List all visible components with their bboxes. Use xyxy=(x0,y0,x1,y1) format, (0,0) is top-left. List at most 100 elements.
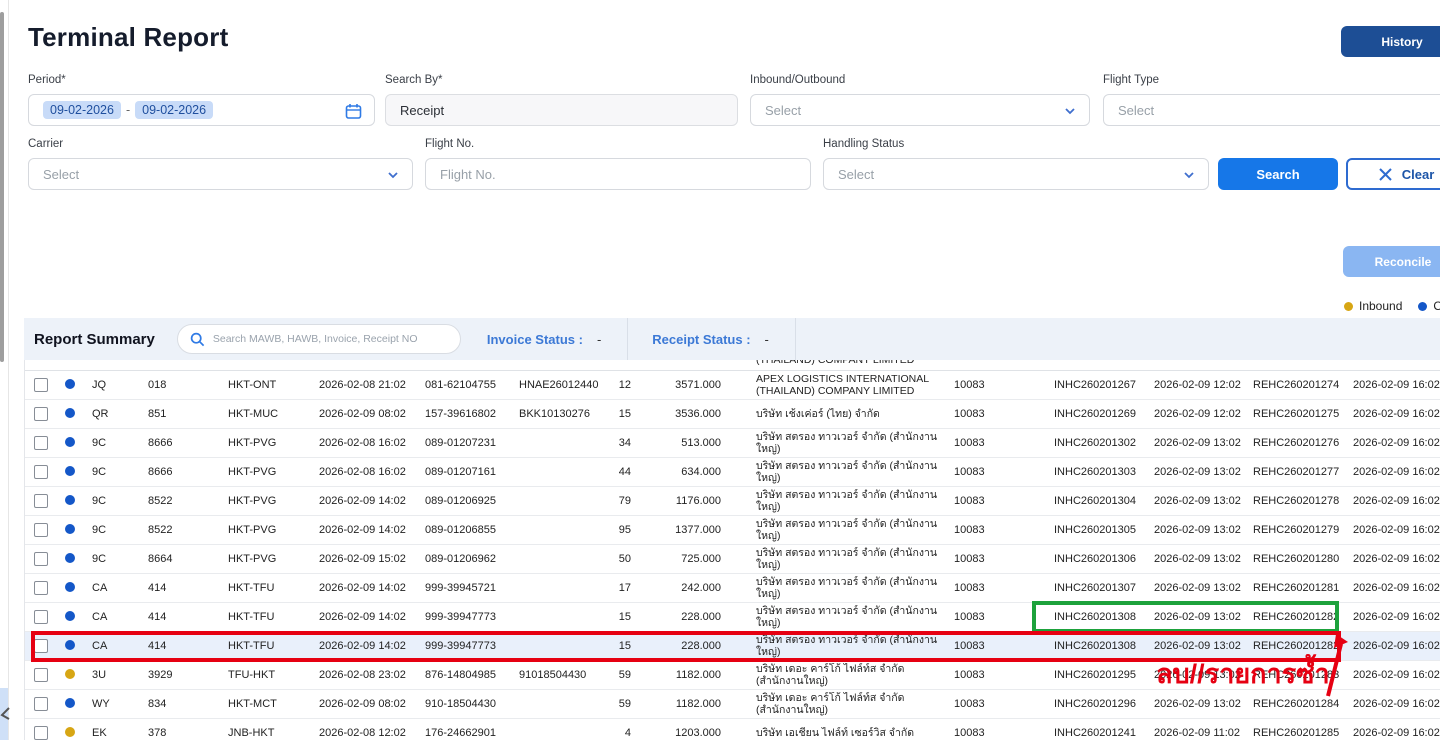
cell-carrier: WY xyxy=(81,698,137,710)
cell-invoice-date: 2026-02-09 13:02 xyxy=(1146,611,1246,623)
cell-company: บริษัท เช้งเค่อร์ (ไทย) จำกัด xyxy=(723,408,943,420)
row-checkbox[interactable] xyxy=(34,465,48,479)
cell-route: HKT-PVG xyxy=(217,524,309,536)
cell-flight: 851 xyxy=(137,408,217,420)
cell-datetime: 2026-02-09 15:02 xyxy=(309,553,415,565)
cell-invoice-date: 2026-02-09 13:02 xyxy=(1146,553,1246,565)
row-checkbox[interactable] xyxy=(34,436,48,450)
invoice-status-label: Invoice Status : xyxy=(487,332,583,347)
cell-company: บริษัท เดอะ คาร์โก้ ไฟล์ท์ส จำกัด (สำนัก… xyxy=(723,663,943,687)
cell-pieces: 15 xyxy=(605,611,635,623)
calendar-icon[interactable] xyxy=(345,103,362,120)
cell-pieces: 12 xyxy=(605,379,635,391)
cell-receipt-no: REHC260201275 xyxy=(1246,408,1341,420)
report-summary-title: Report Summary xyxy=(34,331,155,348)
row-checkbox[interactable] xyxy=(34,610,48,624)
table-row[interactable]: 9C8666HKT-PVG2026-02-08 16:02089-0120716… xyxy=(25,458,1440,487)
cell-weight: 1176.000 xyxy=(635,495,723,507)
cell-code: 10083 xyxy=(943,698,1054,710)
cell-pieces: 50 xyxy=(605,553,635,565)
table-row[interactable]: JQ018HKT-ONT2026-02-08 21:02081-62104755… xyxy=(25,371,1440,400)
history-button[interactable]: History xyxy=(1341,26,1440,57)
flight-type-select[interactable]: Select xyxy=(1103,94,1440,126)
cell-code: 10083 xyxy=(943,727,1054,739)
cell-pieces: 15 xyxy=(605,408,635,420)
row-checkbox[interactable] xyxy=(34,552,48,566)
cell-receipt-no: REHC260201285 xyxy=(1246,727,1341,739)
cell-datetime: 2026-02-08 23:02 xyxy=(309,669,415,681)
cell-receipt-date: 2026-02-09 16:02 xyxy=(1341,582,1440,594)
period-from-value[interactable]: 09-02-2026 xyxy=(43,101,121,119)
cell-carrier: 9C xyxy=(81,495,137,507)
inbound-outbound-label: Inbound/Outbound xyxy=(750,74,845,86)
table-row[interactable]: EK378JNB-HKT2026-02-08 12:02176-24662901… xyxy=(25,719,1440,740)
row-checkbox[interactable] xyxy=(34,407,48,421)
search-button[interactable]: Search xyxy=(1218,158,1338,190)
table-row[interactable]: CA414HKT-TFU2026-02-09 14:02999-39947773… xyxy=(25,603,1440,632)
summary-search-input[interactable]: Search MAWB, HAWB, Invoice, Receipt NO xyxy=(177,324,461,354)
cell-mawb: 176-24662901 xyxy=(415,727,509,739)
row-checkbox[interactable] xyxy=(34,378,48,392)
cell-mawb: 089-01206855 xyxy=(415,524,509,536)
table-row[interactable]: 9C8666HKT-PVG2026-02-08 16:02089-0120723… xyxy=(25,429,1440,458)
cell-code: 10083 xyxy=(943,669,1054,681)
page-scrollbar-thumb[interactable] xyxy=(0,12,4,362)
row-checkbox[interactable] xyxy=(34,494,48,508)
table-row[interactable]: CA414HKT-TFU2026-02-09 14:02999-39945721… xyxy=(25,574,1440,603)
cell-pieces: 4 xyxy=(605,727,635,739)
cell-flight: 378 xyxy=(137,727,217,739)
cell-weight: 1203.000 xyxy=(635,727,723,739)
duplicate-annotation-text: ลบ//รายการซ้ำ xyxy=(1156,652,1330,695)
search-icon xyxy=(190,332,205,347)
period-label: Period* xyxy=(28,74,66,86)
cell-code: 10083 xyxy=(943,640,1054,652)
handling-status-select[interactable]: Select xyxy=(823,158,1209,190)
search-by-field[interactable]: Receipt xyxy=(385,94,738,126)
flight-type-value: Select xyxy=(1118,103,1154,118)
cell-invoice-date: 2026-02-09 13:02 xyxy=(1146,495,1246,507)
carrier-select[interactable]: Select xyxy=(28,158,413,190)
clear-button[interactable]: Clear xyxy=(1346,158,1440,190)
cell-carrier: 9C xyxy=(81,466,137,478)
outbound-dot-icon xyxy=(65,698,75,708)
cell-receipt-date: 2026-02-09 16:02 xyxy=(1341,727,1440,739)
inbound-outbound-select[interactable]: Select xyxy=(750,94,1090,126)
flight-no-input[interactable]: Flight No. xyxy=(425,158,811,190)
row-checkbox[interactable] xyxy=(34,639,48,653)
cell-company: บริษัท สตรอง ทาวเวอร์ จำกัด (สำนักงานใหญ… xyxy=(723,576,943,600)
cell-flight: 8664 xyxy=(137,553,217,565)
cell-company: บริษัท สตรอง ทาวเวอร์ จำกัด (สำนักงานใหญ… xyxy=(723,605,943,629)
cell-datetime: 2026-02-09 14:02 xyxy=(309,640,415,652)
cell-invoice-no: INHC260201296 xyxy=(1054,698,1146,710)
cell-receipt-date: 2026-02-09 16:02 xyxy=(1341,611,1440,623)
table-row[interactable]: QR851HKT-MUC2026-02-09 08:02157-39616802… xyxy=(25,400,1440,429)
cell-carrier: CA xyxy=(81,611,137,623)
row-checkbox[interactable] xyxy=(34,726,48,740)
table-row[interactable]: 9C8522HKT-PVG2026-02-09 14:02089-0120685… xyxy=(25,516,1440,545)
inbound-dot-icon xyxy=(65,727,75,737)
cell-datetime: 2026-02-09 08:02 xyxy=(309,408,415,420)
row-checkbox[interactable] xyxy=(34,523,48,537)
handling-status-value: Select xyxy=(838,167,874,182)
cell-invoice-date: 2026-02-09 13:02 xyxy=(1146,582,1246,594)
cell-weight: 3571.000 xyxy=(635,379,723,391)
cell-route: JNB-HKT xyxy=(217,727,309,739)
row-checkbox[interactable] xyxy=(34,697,48,711)
row-checkbox[interactable] xyxy=(34,668,48,682)
cell-code: 10083 xyxy=(943,379,1054,391)
cell-datetime: 2026-02-08 16:02 xyxy=(309,466,415,478)
table-row[interactable]: 9C8664HKT-PVG2026-02-09 15:02089-0120696… xyxy=(25,545,1440,574)
outbound-dot-icon xyxy=(65,466,75,476)
period-to-value[interactable]: 09-02-2026 xyxy=(135,101,213,119)
outbound-dot-icon xyxy=(65,611,75,621)
cell-company: บริษัท สตรอง ทาวเวอร์ จำกัด (สำนักงานใหญ… xyxy=(723,460,943,484)
cell-flight: 8522 xyxy=(137,524,217,536)
period-field[interactable]: 09-02-2026 - 09-02-2026 xyxy=(28,94,375,126)
cell-code: 10083 xyxy=(943,466,1054,478)
cell-code: 10083 xyxy=(943,495,1054,507)
cell-receipt-date: 2026-02-09 16:02 xyxy=(1341,524,1440,536)
row-checkbox[interactable] xyxy=(34,581,48,595)
table-row[interactable]: 9C8522HKT-PVG2026-02-09 14:02089-0120692… xyxy=(25,487,1440,516)
cell-invoice-no: INHC260201295 xyxy=(1054,669,1146,681)
reconcile-button[interactable]: Reconcile xyxy=(1343,246,1440,277)
